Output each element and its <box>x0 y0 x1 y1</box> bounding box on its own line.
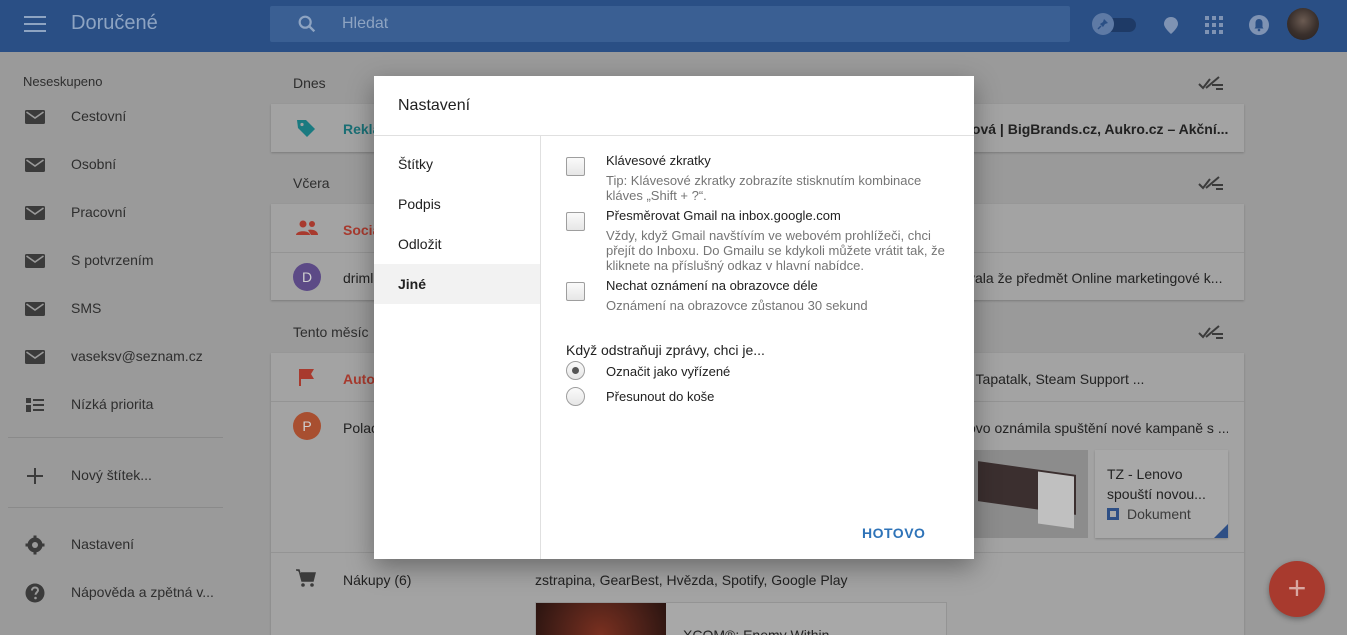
sidebar-help[interactable]: Nápověda a zpětná v... <box>0 569 230 617</box>
search-bar[interactable] <box>270 6 1070 42</box>
flag-icon <box>299 369 314 386</box>
help-icon <box>25 583 45 603</box>
sidebar-item-cestovni[interactable]: Cestovní <box>0 93 230 141</box>
sidebar-header: Neseskupeno <box>23 74 103 89</box>
gear-icon <box>25 535 45 555</box>
notifications-icon[interactable] <box>1248 14 1270 36</box>
mark-all-done-icon[interactable] <box>1198 74 1224 92</box>
new-label-text: Nový štítek... <box>71 467 152 483</box>
sidebar-item-sms[interactable]: SMS <box>0 285 230 333</box>
notifications-longer-checkbox[interactable] <box>566 282 585 301</box>
user-avatar[interactable] <box>1287 8 1319 40</box>
top-bar: Doručené <box>0 0 1347 52</box>
sidebar-item-osobni[interactable]: Osobní <box>0 141 230 189</box>
pinned-toggle[interactable] <box>1092 13 1138 35</box>
attachment-type: Dokument <box>1127 506 1191 522</box>
attachment-preview[interactable]: XCOM®: Enemy Within <box>535 602 947 635</box>
plus-icon <box>27 468 43 484</box>
sidebar-divider <box>8 507 223 508</box>
sidebar-item-label: Cestovní <box>71 108 127 124</box>
bundle-senders: lová | BigBrands.cz, Aukro.cz – Akční... <box>968 121 1229 137</box>
bundle-senders: zstrapina, GearBest, Hvězda, Spotify, Go… <box>535 572 848 588</box>
tab-stitky[interactable]: Štítky <box>374 144 540 184</box>
mail-icon <box>25 110 45 124</box>
sidebar-item-label: vaseksv@seznam.cz <box>71 348 203 364</box>
sidebar-item-pracovni[interactable]: Pracovní <box>0 189 230 237</box>
mail-icon <box>25 254 45 268</box>
sender-avatar: P <box>293 412 321 440</box>
option-title: Klávesové zkratky <box>606 153 711 168</box>
settings-dialog: Nastavení Štítky Podpis Odložit Jiné Klá… <box>374 76 974 559</box>
mail-icon <box>25 350 45 364</box>
bundle-label: Nákupy (6) <box>343 572 412 588</box>
sidebar-item-label: S potvrzením <box>71 252 154 268</box>
sidebar-item-label: Osobní <box>71 156 117 172</box>
option-description: Vždy, když Gmail navštívím ve webovém pr… <box>606 228 945 273</box>
redirect-gmail-checkbox[interactable] <box>566 212 585 231</box>
attachment-title: TZ - Lenovo spouští novou... <box>1107 466 1206 502</box>
sidebar-divider <box>8 437 223 438</box>
sender-avatar: D <box>293 263 321 291</box>
search-icon <box>298 15 316 33</box>
option-title: Přesměrovat Gmail na inbox.google.com <box>606 208 841 223</box>
people-icon <box>296 220 318 235</box>
help-label: Nápověda a zpětná v... <box>71 584 214 600</box>
option-description: Tip: Klávesové zkratky zobrazíte stisknu… <box>606 173 922 203</box>
done-button[interactable]: HOTOVO <box>862 525 925 541</box>
attachment-thumbnail[interactable] <box>968 450 1088 538</box>
compose-button[interactable]: + <box>1269 561 1325 617</box>
mail-icon <box>25 302 45 316</box>
settings-content: Klávesové zkratky Tip: Klávesové zkratky… <box>541 136 974 559</box>
sender-name: Polac <box>343 420 379 436</box>
low-priority-icon <box>26 398 44 412</box>
radio-label: Označit jako vyřízené <box>606 364 731 379</box>
option-description: Oznámení na obrazovce zůstanou 30 sekund <box>606 298 868 313</box>
app-title: Doručené <box>71 12 158 34</box>
attachment-card[interactable]: TZ - Lenovo spouští novou... Dokument <box>1095 450 1228 538</box>
day-header-today: Dnes <box>293 75 326 91</box>
settings-label: Nastavení <box>71 536 135 552</box>
tab-podpis[interactable]: Podpis <box>374 184 540 224</box>
plus-icon: + <box>1287 570 1307 606</box>
apps-grid-icon[interactable] <box>1203 14 1225 36</box>
tag-icon <box>297 120 315 137</box>
sidebar-item-nizka-priorita[interactable]: Nízká priorita <box>0 381 230 429</box>
new-label-button[interactable]: Nový štítek... <box>0 452 230 500</box>
sidebar: Neseskupeno Cestovní Osobní Pracovní S p… <box>0 52 230 635</box>
move-to-trash-radio[interactable] <box>566 387 585 406</box>
cart-icon <box>296 569 316 587</box>
option-title: Nechat oznámení na obrazovce déle <box>606 278 818 293</box>
menu-icon[interactable] <box>24 16 46 34</box>
radio-label: Přesunout do koše <box>606 389 715 404</box>
search-input[interactable] <box>342 12 942 36</box>
delete-behavior-label: Když odstraňuji zprávy, chci je... <box>566 342 765 358</box>
settings-nav: Štítky Podpis Odložit Jiné <box>374 136 541 559</box>
document-icon <box>1107 508 1119 520</box>
day-header-yesterday: Včera <box>293 175 330 191</box>
day-header-this-month: Tento měsíc <box>293 324 369 340</box>
mark-all-done-icon[interactable] <box>1198 174 1224 192</box>
message-snippet: ovo oznámila spuštění nové kampaně s ... <box>968 420 1228 436</box>
keyboard-shortcuts-checkbox[interactable] <box>566 157 585 176</box>
sidebar-item-label: Pracovní <box>71 204 127 220</box>
sidebar-settings[interactable]: Nastavení <box>0 521 230 569</box>
sidebar-item-label: Nízká priorita <box>71 396 154 412</box>
mark-done-radio[interactable] <box>566 361 585 380</box>
radio-selected-dot <box>572 367 579 374</box>
sidebar-item-label: SMS <box>71 300 102 316</box>
tab-jine[interactable]: Jiné <box>374 264 540 304</box>
mark-all-done-icon[interactable] <box>1198 323 1224 341</box>
sidebar-item-s-potvrzenim[interactable]: S potvrzením <box>0 237 230 285</box>
mail-icon <box>25 206 45 220</box>
attachment-title: XCOM®: Enemy Within <box>683 627 830 635</box>
sidebar-item-vaseksv[interactable]: vaseksv@seznam.cz <box>0 333 230 381</box>
tab-odlozit[interactable]: Odložit <box>374 224 540 264</box>
reminder-icon[interactable] <box>1160 14 1182 36</box>
mail-icon <box>25 158 45 172</box>
dialog-title: Nastavení <box>398 97 471 114</box>
bundle-senders: , Tapatalk, Steam Support ... <box>968 371 1145 387</box>
pin-icon <box>1092 13 1114 35</box>
message-snippet: vala že předmět Online marketingové k... <box>968 270 1223 286</box>
